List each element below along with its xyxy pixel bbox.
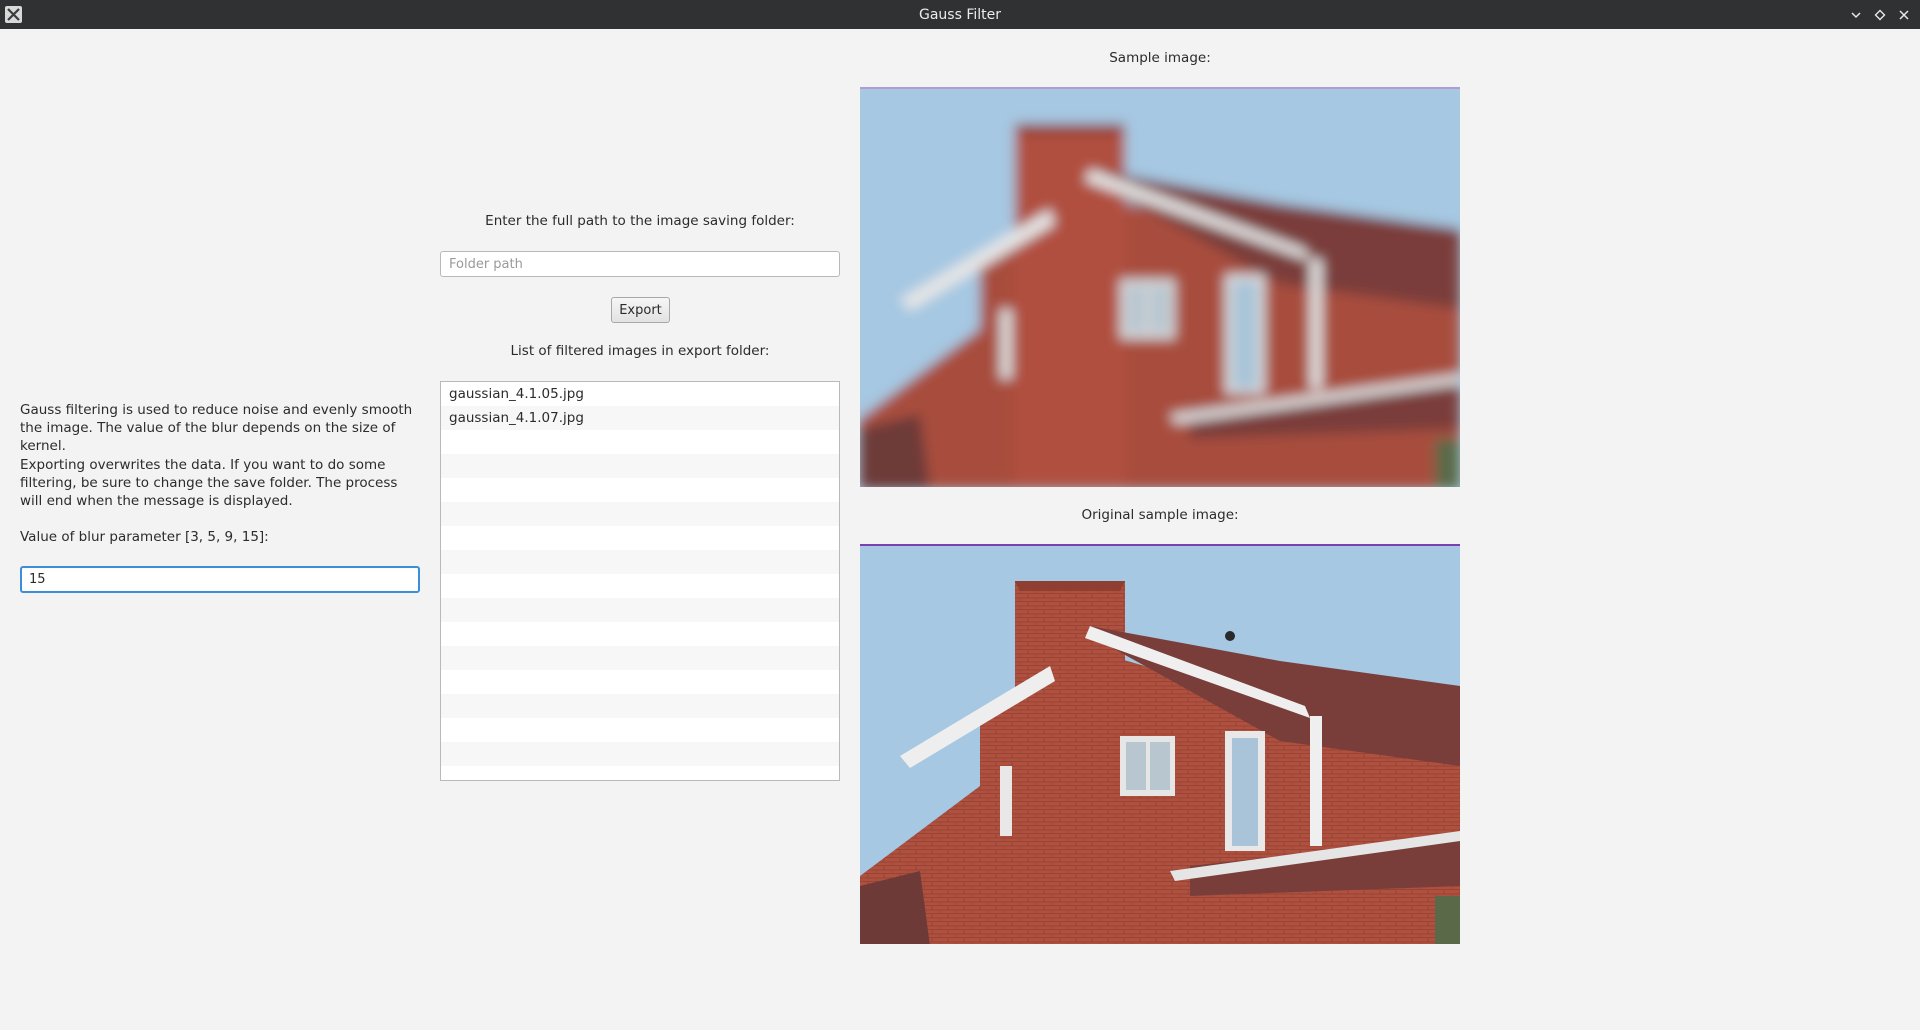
list-item-empty xyxy=(441,694,839,718)
list-item-empty xyxy=(441,742,839,766)
window-title: Gauss Filter xyxy=(918,6,1001,23)
file-list-label: List of filtered images in export folder… xyxy=(510,343,770,359)
description-exporting: Exporting overwrites the data. If you wa… xyxy=(20,457,398,509)
folder-path-label: Enter the full path to the image saving … xyxy=(485,213,795,229)
description-filtering: Gauss filtering is used to reduce noise … xyxy=(20,402,413,454)
list-item-empty xyxy=(441,454,839,478)
export-button[interactable]: Export xyxy=(611,297,670,323)
list-item[interactable]: gaussian_4.1.05.jpg xyxy=(441,382,839,406)
sample-image xyxy=(860,87,1460,487)
filtered-images-list[interactable]: gaussian_4.1.05.jpg gaussian_4.1.07.jpg xyxy=(440,381,840,781)
blur-parameter-input[interactable] xyxy=(20,566,420,593)
list-item-empty xyxy=(441,670,839,694)
blur-parameter-label: Value of blur parameter [3, 5, 9, 15]: xyxy=(20,529,269,545)
original-sample-image xyxy=(860,544,1460,944)
sample-image-label: Sample image: xyxy=(1109,50,1211,66)
close-icon[interactable] xyxy=(1896,7,1912,23)
list-item-empty xyxy=(441,718,839,742)
list-item-empty xyxy=(441,646,839,670)
original-image-label: Original sample image: xyxy=(1081,507,1239,523)
maximize-diamond-icon[interactable] xyxy=(1872,7,1888,23)
list-item-empty xyxy=(441,766,839,780)
folder-path-input[interactable] xyxy=(440,251,840,277)
list-item-empty xyxy=(441,478,839,502)
title-bar: Gauss Filter xyxy=(0,0,1920,29)
list-item[interactable]: gaussian_4.1.07.jpg xyxy=(441,406,839,430)
window-controls xyxy=(1848,0,1912,29)
list-item-empty xyxy=(441,430,839,454)
minimize-chevron-icon[interactable] xyxy=(1848,7,1864,23)
list-item-empty xyxy=(441,502,839,526)
list-item-empty xyxy=(441,526,839,550)
list-item-empty xyxy=(441,574,839,598)
app-icon xyxy=(5,6,22,23)
list-item-empty xyxy=(441,622,839,646)
list-item-empty xyxy=(441,598,839,622)
list-item-empty xyxy=(441,550,839,574)
